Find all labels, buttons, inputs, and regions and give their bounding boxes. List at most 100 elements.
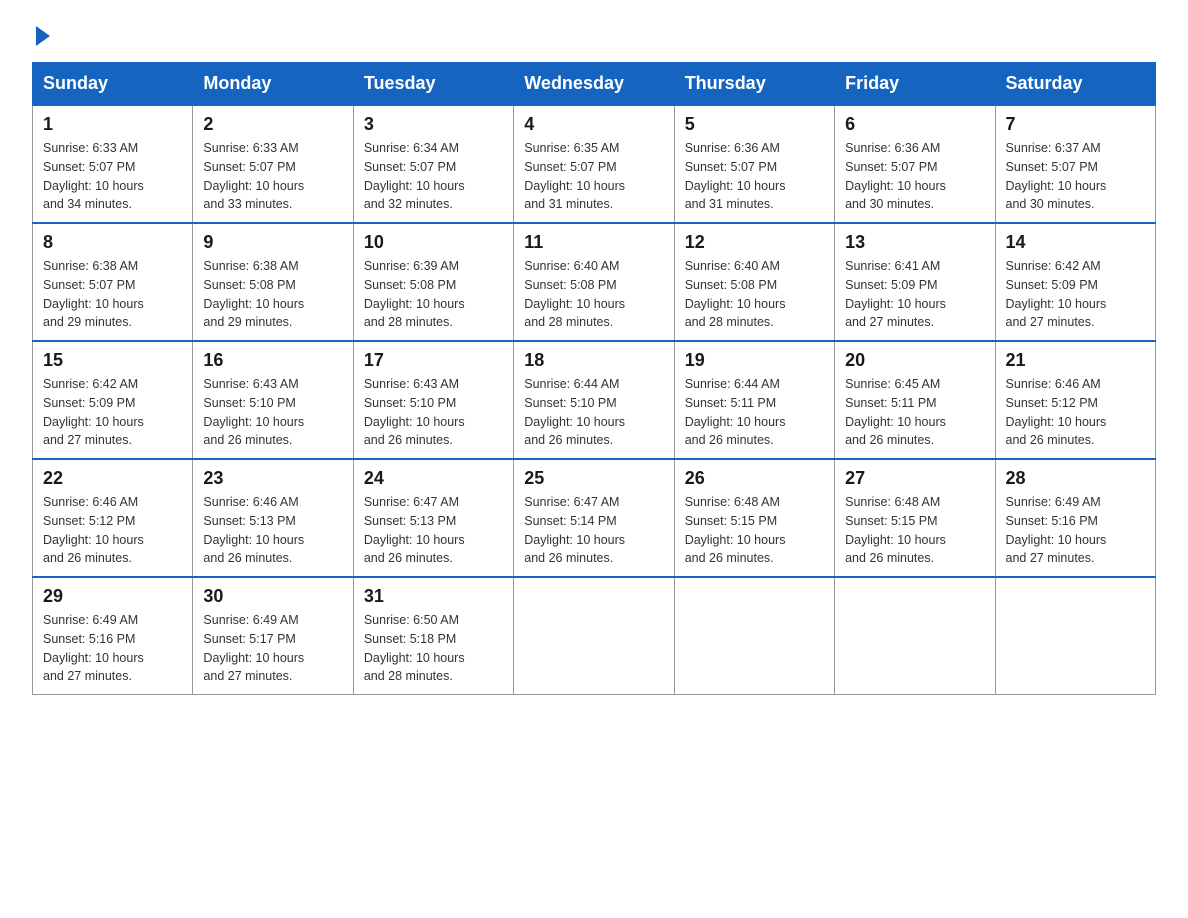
- day-number: 19: [685, 350, 824, 371]
- weekday-header-sunday: Sunday: [33, 63, 193, 106]
- day-number: 13: [845, 232, 984, 253]
- day-info: Sunrise: 6:38 AMSunset: 5:07 PMDaylight:…: [43, 257, 182, 332]
- day-info: Sunrise: 6:40 AMSunset: 5:08 PMDaylight:…: [685, 257, 824, 332]
- day-info: Sunrise: 6:36 AMSunset: 5:07 PMDaylight:…: [845, 139, 984, 214]
- calendar-cell: 5 Sunrise: 6:36 AMSunset: 5:07 PMDaylight…: [674, 105, 834, 223]
- day-info: Sunrise: 6:49 AMSunset: 5:16 PMDaylight:…: [1006, 493, 1145, 568]
- day-info: Sunrise: 6:45 AMSunset: 5:11 PMDaylight:…: [845, 375, 984, 450]
- day-info: Sunrise: 6:47 AMSunset: 5:13 PMDaylight:…: [364, 493, 503, 568]
- calendar-cell: 29 Sunrise: 6:49 AMSunset: 5:16 PMDayligh…: [33, 577, 193, 695]
- day-number: 2: [203, 114, 342, 135]
- weekday-header-wednesday: Wednesday: [514, 63, 674, 106]
- calendar-cell: 30Sunrise: 6:49 AMSunset: 5:17 PMDayligh…: [193, 577, 353, 695]
- day-info: Sunrise: 6:33 AMSunset: 5:07 PMDaylight:…: [43, 139, 182, 214]
- day-info: Sunrise: 6:44 AMSunset: 5:11 PMDaylight:…: [685, 375, 824, 450]
- day-number: 3: [364, 114, 503, 135]
- day-number: 15: [43, 350, 182, 371]
- calendar-cell: 21 Sunrise: 6:46 AMSunset: 5:12 PMDayligh…: [995, 341, 1155, 459]
- day-info: Sunrise: 6:46 AMSunset: 5:13 PMDaylight:…: [203, 493, 342, 568]
- calendar-cell: 17 Sunrise: 6:43 AMSunset: 5:10 PMDayligh…: [353, 341, 513, 459]
- day-number: 7: [1006, 114, 1145, 135]
- day-number: 26: [685, 468, 824, 489]
- calendar-cell: 14Sunrise: 6:42 AMSunset: 5:09 PMDayligh…: [995, 223, 1155, 341]
- weekday-header-thursday: Thursday: [674, 63, 834, 106]
- calendar-cell: 4 Sunrise: 6:35 AMSunset: 5:07 PMDaylight…: [514, 105, 674, 223]
- calendar-cell: 23 Sunrise: 6:46 AMSunset: 5:13 PMDayligh…: [193, 459, 353, 577]
- calendar-week-row: 22Sunrise: 6:46 AMSunset: 5:12 PMDayligh…: [33, 459, 1156, 577]
- day-info: Sunrise: 6:36 AMSunset: 5:07 PMDaylight:…: [685, 139, 824, 214]
- day-number: 21: [1006, 350, 1145, 371]
- calendar-cell: 16 Sunrise: 6:43 AMSunset: 5:10 PMDayligh…: [193, 341, 353, 459]
- day-number: 22: [43, 468, 182, 489]
- day-info: Sunrise: 6:43 AMSunset: 5:10 PMDaylight:…: [203, 375, 342, 450]
- calendar-cell: 22Sunrise: 6:46 AMSunset: 5:12 PMDayligh…: [33, 459, 193, 577]
- logo-arrow-icon: [36, 26, 50, 46]
- calendar-cell: 10 Sunrise: 6:39 AMSunset: 5:08 PMDayligh…: [353, 223, 513, 341]
- calendar-cell: 8Sunrise: 6:38 AMSunset: 5:07 PMDaylight…: [33, 223, 193, 341]
- calendar-cell: 3 Sunrise: 6:34 AMSunset: 5:07 PMDaylight…: [353, 105, 513, 223]
- day-number: 25: [524, 468, 663, 489]
- calendar-cell: 27Sunrise: 6:48 AMSunset: 5:15 PMDayligh…: [835, 459, 995, 577]
- day-number: 12: [685, 232, 824, 253]
- day-number: 31: [364, 586, 503, 607]
- day-number: 9: [203, 232, 342, 253]
- calendar-cell: 12 Sunrise: 6:40 AMSunset: 5:08 PMDayligh…: [674, 223, 834, 341]
- day-info: Sunrise: 6:48 AMSunset: 5:15 PMDaylight:…: [685, 493, 824, 568]
- calendar-cell: 18 Sunrise: 6:44 AMSunset: 5:10 PMDayligh…: [514, 341, 674, 459]
- calendar-cell: [514, 577, 674, 695]
- day-info: Sunrise: 6:41 AMSunset: 5:09 PMDaylight:…: [845, 257, 984, 332]
- weekday-header-tuesday: Tuesday: [353, 63, 513, 106]
- day-number: 30: [203, 586, 342, 607]
- day-number: 4: [524, 114, 663, 135]
- day-number: 6: [845, 114, 984, 135]
- day-info: Sunrise: 6:43 AMSunset: 5:10 PMDaylight:…: [364, 375, 503, 450]
- logo: [32, 24, 50, 42]
- day-info: Sunrise: 6:48 AMSunset: 5:15 PMDaylight:…: [845, 493, 984, 568]
- calendar-week-row: 15 Sunrise: 6:42 AMSunset: 5:09 PMDayligh…: [33, 341, 1156, 459]
- day-info: Sunrise: 6:39 AMSunset: 5:08 PMDaylight:…: [364, 257, 503, 332]
- calendar-week-row: 29 Sunrise: 6:49 AMSunset: 5:16 PMDayligh…: [33, 577, 1156, 695]
- calendar-cell: 26 Sunrise: 6:48 AMSunset: 5:15 PMDayligh…: [674, 459, 834, 577]
- calendar-cell: 24 Sunrise: 6:47 AMSunset: 5:13 PMDayligh…: [353, 459, 513, 577]
- day-number: 18: [524, 350, 663, 371]
- calendar-cell: [995, 577, 1155, 695]
- day-number: 10: [364, 232, 503, 253]
- day-number: 17: [364, 350, 503, 371]
- calendar-cell: [835, 577, 995, 695]
- day-number: 14: [1006, 232, 1145, 253]
- day-number: 20: [845, 350, 984, 371]
- day-info: Sunrise: 6:34 AMSunset: 5:07 PMDaylight:…: [364, 139, 503, 214]
- calendar-cell: 11Sunrise: 6:40 AMSunset: 5:08 PMDayligh…: [514, 223, 674, 341]
- calendar-cell: [674, 577, 834, 695]
- calendar-cell: 28 Sunrise: 6:49 AMSunset: 5:16 PMDayligh…: [995, 459, 1155, 577]
- calendar-week-row: 8Sunrise: 6:38 AMSunset: 5:07 PMDaylight…: [33, 223, 1156, 341]
- calendar-cell: 1Sunrise: 6:33 AMSunset: 5:07 PMDaylight…: [33, 105, 193, 223]
- day-number: 11: [524, 232, 663, 253]
- day-info: Sunrise: 6:46 AMSunset: 5:12 PMDaylight:…: [1006, 375, 1145, 450]
- page-header: [32, 24, 1156, 42]
- calendar-cell: 13 Sunrise: 6:41 AMSunset: 5:09 PMDayligh…: [835, 223, 995, 341]
- day-number: 24: [364, 468, 503, 489]
- day-number: 29: [43, 586, 182, 607]
- weekday-header-saturday: Saturday: [995, 63, 1155, 106]
- weekday-header-friday: Friday: [835, 63, 995, 106]
- day-info: Sunrise: 6:42 AMSunset: 5:09 PMDaylight:…: [43, 375, 182, 450]
- day-info: Sunrise: 6:37 AMSunset: 5:07 PMDaylight:…: [1006, 139, 1145, 214]
- calendar-cell: 15 Sunrise: 6:42 AMSunset: 5:09 PMDayligh…: [33, 341, 193, 459]
- day-info: Sunrise: 6:44 AMSunset: 5:10 PMDaylight:…: [524, 375, 663, 450]
- day-info: Sunrise: 6:49 AMSunset: 5:16 PMDaylight:…: [43, 611, 182, 686]
- day-number: 28: [1006, 468, 1145, 489]
- day-number: 23: [203, 468, 342, 489]
- day-info: Sunrise: 6:50 AMSunset: 5:18 PMDaylight:…: [364, 611, 503, 686]
- day-info: Sunrise: 6:47 AMSunset: 5:14 PMDaylight:…: [524, 493, 663, 568]
- calendar-cell: 25 Sunrise: 6:47 AMSunset: 5:14 PMDayligh…: [514, 459, 674, 577]
- day-number: 5: [685, 114, 824, 135]
- weekday-header-monday: Monday: [193, 63, 353, 106]
- calendar-cell: 20 Sunrise: 6:45 AMSunset: 5:11 PMDayligh…: [835, 341, 995, 459]
- day-info: Sunrise: 6:38 AMSunset: 5:08 PMDaylight:…: [203, 257, 342, 332]
- calendar-cell: 19 Sunrise: 6:44 AMSunset: 5:11 PMDayligh…: [674, 341, 834, 459]
- day-number: 16: [203, 350, 342, 371]
- day-info: Sunrise: 6:35 AMSunset: 5:07 PMDaylight:…: [524, 139, 663, 214]
- calendar-cell: 31 Sunrise: 6:50 AMSunset: 5:18 PMDayligh…: [353, 577, 513, 695]
- day-info: Sunrise: 6:33 AMSunset: 5:07 PMDaylight:…: [203, 139, 342, 214]
